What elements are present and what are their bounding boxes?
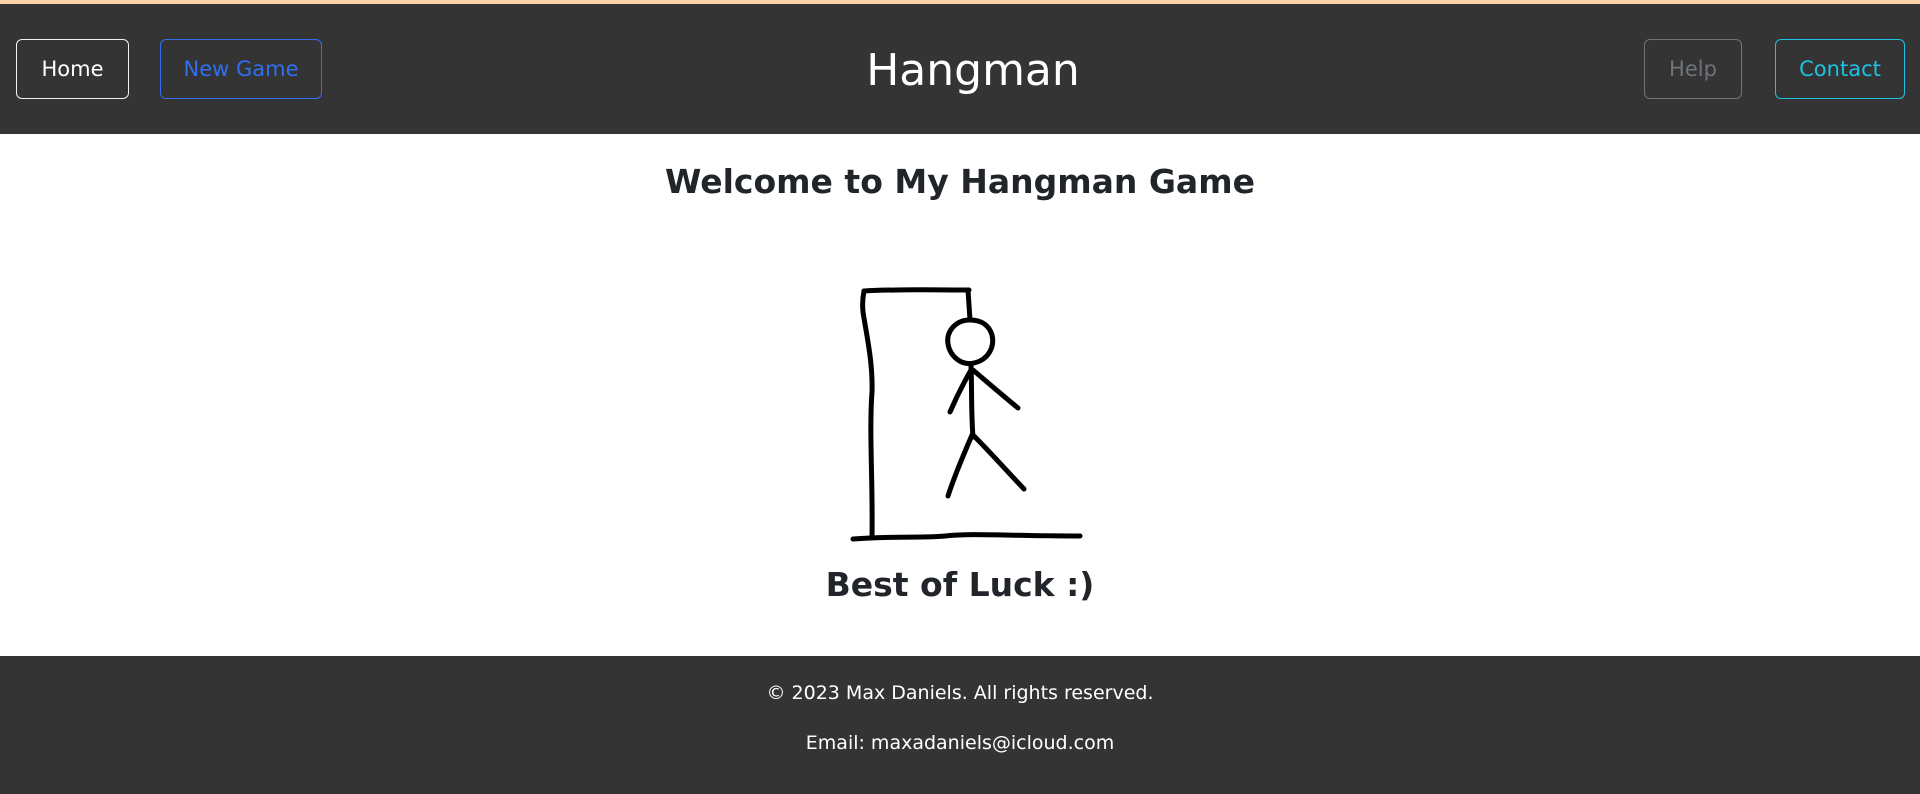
hangman-right-leg <box>971 433 1027 492</box>
main-content: Welcome to My Hangman Game Best of Luck … <box>0 134 1920 656</box>
help-button[interactable]: Help <box>1644 39 1742 99</box>
hangman-image <box>850 287 1083 542</box>
gallows-post <box>860 288 875 541</box>
contact-button[interactable]: Contact <box>1775 39 1905 99</box>
gallows-base <box>850 532 1083 542</box>
site-header: Home New Game Hangman Help Contact <box>0 4 1920 134</box>
best-of-luck-text: Best of Luck :) <box>825 565 1095 604</box>
hangman-left-leg <box>945 432 975 499</box>
gallows-beam <box>861 287 972 294</box>
contact-email: Email: maxadaniels@icloud.com <box>805 732 1115 754</box>
hangman-head <box>945 317 996 367</box>
page-title: Hangman <box>866 45 1080 96</box>
hangman-body <box>968 363 976 440</box>
gallows-rope <box>965 287 973 323</box>
hangman-left-arm <box>947 367 974 415</box>
hangman-right-arm <box>970 367 1021 411</box>
welcome-heading: Welcome to My Hangman Game <box>665 162 1255 201</box>
copyright-text: © 2023 Max Daniels. All rights reserved. <box>766 682 1154 704</box>
site-footer: © 2023 Max Daniels. All rights reserved.… <box>0 656 1920 794</box>
